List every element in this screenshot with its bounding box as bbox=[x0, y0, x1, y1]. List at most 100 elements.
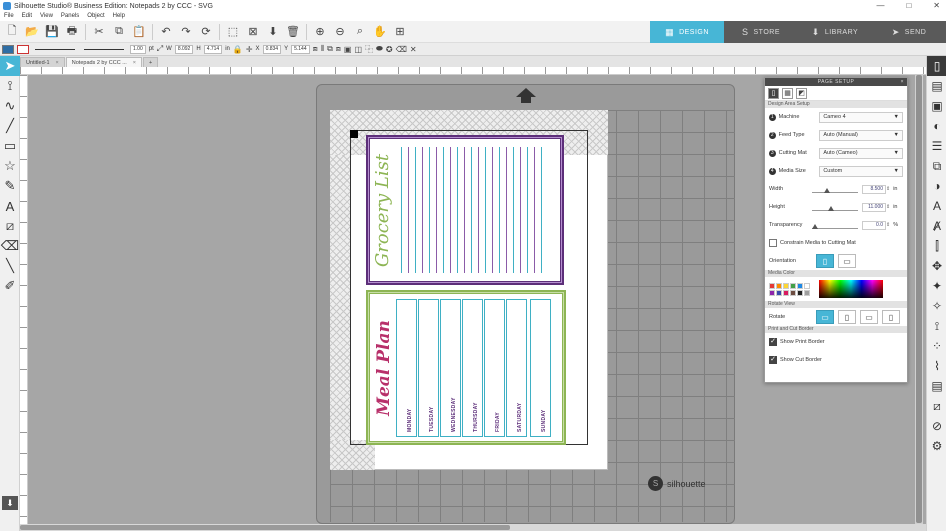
eraser-tool-icon[interactable]: ⌫ bbox=[0, 236, 20, 256]
color-swatch[interactable] bbox=[790, 289, 796, 296]
grid-tab-icon[interactable]: ▦ bbox=[782, 87, 793, 99]
fit-page-icon[interactable]: ⊞ bbox=[390, 23, 410, 41]
new-tab-button[interactable]: + bbox=[143, 57, 159, 67]
sketch-icon[interactable]: ⟟ bbox=[927, 316, 946, 336]
portrait-orientation-icon[interactable]: ▯ bbox=[816, 254, 834, 268]
line-color-swatch[interactable] bbox=[17, 44, 29, 54]
color-swatch[interactable] bbox=[797, 289, 803, 296]
trace-icon[interactable]: ✧ bbox=[927, 296, 946, 316]
fill-color-swatch[interactable] bbox=[2, 44, 14, 54]
nesting-icon[interactable]: ⧄ bbox=[927, 396, 946, 416]
open-folder-icon[interactable]: 📂 bbox=[22, 23, 42, 41]
zoom-out-icon[interactable]: ⊖ bbox=[330, 23, 350, 41]
cut-icon[interactable]: ✂ bbox=[89, 23, 109, 41]
doc-tab-untitled[interactable]: Untitled-1 × bbox=[20, 57, 65, 67]
redo-icon[interactable]: ↷ bbox=[176, 23, 196, 41]
close-tab-icon[interactable]: × bbox=[56, 58, 59, 67]
import-icon[interactable]: ⬇ bbox=[263, 23, 283, 41]
line-width-input[interactable]: 1.00 bbox=[130, 44, 146, 54]
width-input[interactable]: 8.092 bbox=[174, 44, 194, 54]
lock-aspect-icon[interactable]: 🔒 bbox=[233, 45, 243, 54]
text-tool-icon[interactable]: A bbox=[0, 196, 20, 216]
menu-object[interactable]: Object bbox=[87, 12, 104, 21]
color-swatch[interactable] bbox=[797, 282, 803, 289]
machine-dropdown[interactable]: Cameo 4 ▼ bbox=[819, 111, 903, 123]
color-swatches[interactable] bbox=[769, 282, 815, 296]
color-swatch[interactable] bbox=[783, 289, 789, 296]
transform-icon[interactable]: ⧉ bbox=[927, 156, 946, 176]
tab-store[interactable]: S STORE bbox=[724, 21, 798, 43]
eyedropper-tool-icon[interactable]: ✐ bbox=[0, 276, 20, 296]
line-style-dropdown[interactable] bbox=[35, 48, 75, 50]
knife-panel-icon[interactable]: ⌇ bbox=[927, 356, 946, 376]
page-setup-icon[interactable]: ▯ bbox=[927, 56, 946, 76]
zoom-box-icon[interactable]: ⌕ bbox=[350, 23, 370, 41]
rhinestone-icon[interactable]: ⁘ bbox=[927, 336, 946, 356]
align-icon[interactable]: ⧈ bbox=[313, 44, 318, 54]
bezier-tool-icon[interactable]: ∿ bbox=[0, 96, 20, 116]
deselect-icon[interactable]: ⊠ bbox=[243, 23, 263, 41]
color-swatch[interactable] bbox=[769, 282, 775, 289]
color-swatch[interactable] bbox=[790, 282, 796, 289]
color-swatch[interactable] bbox=[776, 282, 782, 289]
rotate-90-icon[interactable]: ▯ bbox=[838, 310, 856, 324]
close-button[interactable]: ✕ bbox=[933, 0, 940, 12]
menu-view[interactable]: View bbox=[40, 12, 53, 21]
menu-file[interactable]: File bbox=[4, 12, 14, 21]
warp-icon[interactable]: ⊘ bbox=[927, 416, 946, 436]
rotate-0-icon[interactable]: ▭ bbox=[816, 310, 834, 324]
release-compound-icon[interactable]: ◫ bbox=[354, 45, 362, 54]
color-swatch[interactable] bbox=[804, 289, 810, 296]
landscape-orientation-icon[interactable]: ▭ bbox=[838, 254, 856, 268]
doc-tab-notepads[interactable]: Notepads 2 by CCC ... × bbox=[65, 57, 143, 67]
constrain-media-checkbox[interactable] bbox=[769, 239, 777, 247]
group-icon[interactable]: ⧉ bbox=[327, 44, 333, 54]
align-panel-icon[interactable]: ⫿ bbox=[927, 236, 946, 256]
close-object-icon[interactable]: ✕ bbox=[410, 45, 417, 54]
menu-help[interactable]: Help bbox=[113, 12, 125, 21]
panel-close-icon[interactable]: × bbox=[901, 78, 904, 86]
menu-edit[interactable]: Edit bbox=[22, 12, 32, 21]
settings-gear-icon[interactable]: ⚙ bbox=[927, 436, 946, 456]
knife-tool-icon[interactable]: ╲ bbox=[0, 256, 20, 276]
show-print-border-checkbox[interactable]: ✓ bbox=[769, 338, 777, 346]
shadow-icon[interactable]: ◑ bbox=[927, 176, 946, 196]
distribute-icon[interactable]: ⫴ bbox=[321, 44, 324, 54]
width-slider[interactable] bbox=[812, 185, 858, 193]
pan-hand-icon[interactable]: ✋ bbox=[370, 23, 390, 41]
rotate-180-icon[interactable]: ▭ bbox=[860, 310, 878, 324]
cutting-mat-dropdown[interactable]: Auto (Cameo) ▼ bbox=[819, 147, 903, 159]
ungroup-icon[interactable]: ⧈ bbox=[336, 44, 341, 54]
y-position-input[interactable]: 5.144 bbox=[291, 44, 310, 54]
width-value-input[interactable]: 8.500 bbox=[862, 184, 886, 194]
media-size-dropdown[interactable]: Custom ▼ bbox=[819, 165, 903, 177]
color-swatch[interactable] bbox=[769, 289, 775, 296]
feed-type-dropdown[interactable]: Auto (Manual) ▼ bbox=[819, 129, 903, 141]
replicate-panel-icon[interactable]: ✥ bbox=[927, 256, 946, 276]
star-shape-icon[interactable]: ✪ bbox=[386, 45, 393, 54]
point-edit-tool-icon[interactable]: ⟟ bbox=[0, 76, 20, 96]
close-tab-icon[interactable]: × bbox=[133, 58, 136, 67]
transparency-slider[interactable] bbox=[812, 221, 858, 229]
weld-icon[interactable]: ⬬ bbox=[376, 44, 383, 54]
transparency-value-input[interactable]: 0.0 bbox=[862, 220, 886, 230]
tab-send[interactable]: ➤ SEND bbox=[872, 21, 946, 43]
layers-icon[interactable]: ▤ bbox=[927, 376, 946, 396]
refresh-icon[interactable]: ⟳ bbox=[196, 23, 216, 41]
color-swatch[interactable] bbox=[804, 282, 810, 289]
paste-icon[interactable]: 📋 bbox=[129, 23, 149, 41]
color-swatch[interactable] bbox=[783, 282, 789, 289]
line-tool-icon[interactable]: ╱ bbox=[0, 116, 20, 136]
text-to-path-icon[interactable]: Ⱥ bbox=[927, 216, 946, 236]
color-swatch[interactable] bbox=[776, 289, 782, 296]
select-all-icon[interactable]: ⬚ bbox=[223, 23, 243, 41]
minimize-button[interactable]: — bbox=[876, 0, 884, 12]
import-library-icon[interactable]: ⬇ bbox=[2, 496, 18, 510]
pencil-tool-icon[interactable]: ✎ bbox=[0, 176, 20, 196]
rectangle-tool-icon[interactable]: ▭ bbox=[0, 136, 20, 156]
registration-tab-icon[interactable]: ◩ bbox=[796, 87, 807, 99]
fill-color-icon[interactable]: ◐ bbox=[927, 116, 946, 136]
maximize-button[interactable]: □ bbox=[906, 0, 911, 12]
library-panel-icon[interactable]: ▤ bbox=[927, 76, 946, 96]
zoom-in-icon[interactable]: ⊕ bbox=[310, 23, 330, 41]
